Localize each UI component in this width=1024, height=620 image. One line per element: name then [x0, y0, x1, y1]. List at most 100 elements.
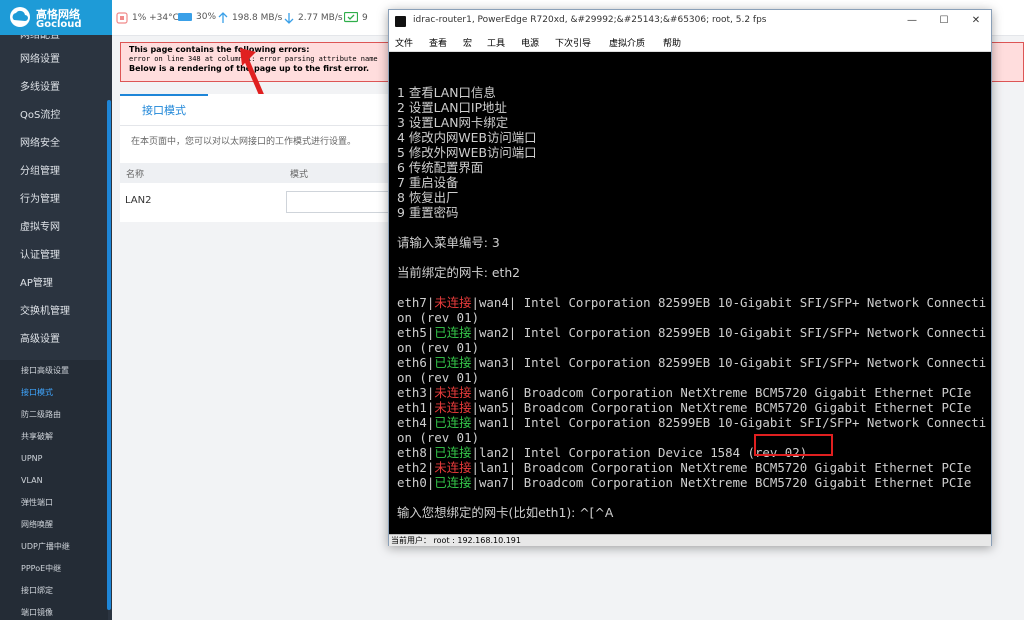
nic-port: lan2 [478, 445, 509, 460]
sidebar-item[interactable]: 交换机管理 [0, 298, 108, 326]
sidebar-item[interactable]: 分组管理 [0, 158, 108, 186]
menu-option-text: 9 重置密码 [397, 205, 459, 220]
download-value: 2.77 MB/s [298, 13, 343, 23]
window-title: idrac-router1, PowerEdge R720xd, &#29992… [413, 15, 767, 25]
sidebar-item[interactable]: 高级设置 [0, 326, 108, 354]
close-button[interactable]: ✕ [961, 13, 991, 29]
window-titlebar[interactable]: idrac-router1, PowerEdge R720xd, &#29992… [389, 10, 991, 33]
sidebar-scrollbar[interactable] [107, 100, 111, 610]
nic-description-cont: on (rev 01) [397, 310, 480, 325]
maximize-button[interactable]: ☐ [929, 13, 959, 29]
sidebar-subitem[interactable]: VLAN [0, 470, 108, 492]
sidebar-item[interactable]: QoS流控 [0, 102, 108, 130]
mode-select[interactable] [286, 191, 400, 213]
window-menu-item[interactable]: 工具 [487, 36, 505, 49]
terminal-current-nic: 当前绑定的网卡: eth2 [397, 266, 520, 280]
nic-row: eth5|已连接|wan2| Intel Corporation 82599EB… [397, 325, 987, 340]
download-arrow-icon [284, 13, 294, 24]
sidebar-item[interactable]: 虚拟专网 [0, 214, 108, 242]
sidebar-item[interactable]: 多线设置 [0, 74, 108, 102]
interface-mode-panel: 接口模式 在本页面中，您可以对以太网接口的工作模式进行设置。 名称 模式 LAN… [120, 94, 400, 222]
menu-option-text: 2 设置LAN口IP地址 [397, 100, 507, 115]
nic-description-cont: on (rev 01) [397, 430, 480, 445]
sidebar-menu: 网络设置 多线设置 QoS流控 网络安全 分组管理 行为管理 虚拟专网 认证管理 AP管理 交换机… [0, 46, 108, 354]
nic-port: wan7 [478, 475, 509, 490]
sidebar-item[interactable]: 网络安全 [0, 130, 108, 158]
logo: 高恪网络 Gocloud [0, 0, 112, 35]
sidebar-item[interactable]: 认证管理 [0, 242, 108, 270]
cpu-stat: 1% +34°C [116, 12, 179, 24]
sidebar-item[interactable]: AP管理 [0, 270, 108, 298]
minimize-button[interactable]: — [897, 13, 927, 29]
nic-description: Broadcom Corporation NetXtreme BCM5720 G… [523, 400, 972, 415]
nic-port: wan4 [478, 295, 509, 310]
nic-description: Intel Corporation 82599EB 10-Gigabit SFI… [523, 295, 987, 310]
nic-status: 未连接 [434, 460, 472, 475]
nic-status: 未连接 [434, 385, 472, 400]
tab-divider [120, 125, 400, 126]
nic-row-continuation: on (rev 01) [397, 341, 479, 355]
terminal-menu-option: 8 恢复出厂 [397, 191, 458, 205]
menu-prompt-text: 请输入菜单编号: 3 [397, 235, 500, 250]
sidebar-subitem[interactable]: 接口绑定 [0, 580, 108, 602]
nic-status: 已连接 [434, 415, 472, 430]
sidebar-subitem[interactable]: UPNP [0, 448, 108, 470]
nic-row: eth2|未连接|lan1| Broadcom Corporation NetX… [397, 460, 972, 475]
sidebar-subitem[interactable]: 接口模式 [0, 382, 108, 404]
ram-icon [178, 13, 192, 21]
terminal-input-prompt: 输入您想绑定的网卡(比如eth1): ^[^A [397, 506, 613, 520]
upload-arrow-icon [218, 12, 228, 23]
window-menu-item[interactable]: 帮助 [663, 36, 681, 49]
menu-option-text: 5 修改外网WEB访问端口 [397, 145, 537, 160]
sidebar-subitem[interactable]: 防二级路由 [0, 404, 108, 426]
sidebar-subitem[interactable]: 接口高级设置 [0, 360, 108, 382]
nic-name: eth4 [397, 415, 427, 430]
nic-status: 未连接 [434, 400, 472, 415]
window-menu-item[interactable]: 电源 [521, 36, 539, 49]
sidebar-subitem[interactable]: 共享破解 [0, 426, 108, 448]
nic-description: Intel Corporation 82599EB 10-Gigabit SFI… [523, 325, 987, 340]
online-stat: 9 [344, 12, 368, 24]
nic-description-cont: on (rev 01) [397, 370, 480, 385]
nic-description: Intel Corporation 82599EB 10-Gigabit SFI… [523, 415, 987, 430]
nic-port: wan2 [478, 325, 509, 340]
download-stat: 2.77 MB/s [284, 12, 343, 24]
nic-name: eth5 [397, 325, 427, 340]
sidebar-item[interactable]: 行为管理 [0, 186, 108, 214]
nic-port: wan1 [478, 415, 509, 430]
terminal-screen[interactable]: 1 查看LAN口信息 2 设置LAN口IP地址 3 设置LAN网卡绑定 4 修改内网W… [389, 52, 991, 534]
nic-name: eth8 [397, 445, 427, 460]
window-menu-item[interactable]: 查看 [429, 36, 447, 49]
terminal-prompt-menu: 请输入菜单编号: 3 [397, 236, 500, 250]
page-description: 在本页面中，您可以对以太网接口的工作模式进行设置。 [131, 137, 357, 147]
sidebar-subitem[interactable]: PPPoE中继 [0, 558, 108, 580]
sidebar: 网络配置 高恪网络 Gocloud 网络设置 多线设置 QoS流控 网络安全 分组管理行… [0, 0, 112, 620]
nic-status: 未连接 [434, 295, 472, 310]
sidebar-subitem[interactable]: 弹性端口 [0, 492, 108, 514]
app-icon [395, 16, 406, 27]
sidebar-item[interactable]: 网络设置 [0, 46, 108, 74]
nic-row: eth1|未连接|wan5| Broadcom Corporation NetX… [397, 400, 972, 415]
upload-value: 198.8 MB/s [232, 13, 283, 23]
cpu-icon [116, 12, 128, 24]
current-user: 当前用户： root : 192.168.10.191 [391, 536, 521, 545]
menu-option-text: 1 查看LAN口信息 [397, 85, 496, 100]
nic-description: Broadcom Corporation NetXtreme BCM5720 G… [523, 460, 972, 475]
sidebar-subitem[interactable]: UDP广播中继 [0, 536, 108, 558]
nic-description: Intel Corporation 82599EB 10-Gigabit SFI… [523, 355, 987, 370]
window-menu-item[interactable]: 下次引导 [555, 36, 591, 49]
window-menu-item[interactable]: 虚拟介质 [609, 36, 645, 49]
window-menu-item[interactable]: 文件 [395, 36, 413, 49]
nic-description: Broadcom Corporation NetXtreme BCM5720 G… [523, 385, 972, 400]
tab-interface-mode[interactable]: 接口模式 [120, 94, 208, 125]
nic-port: wan5 [478, 400, 509, 415]
sidebar-subitem[interactable]: 端口镜像 [0, 602, 108, 620]
terminal-menu-option: 2 设置LAN口IP地址 [397, 101, 507, 115]
window-menu-item[interactable]: 宏 [463, 36, 472, 49]
terminal-menu-option: 3 设置LAN网卡绑定 [397, 116, 508, 130]
sidebar-subitem[interactable]: 网络唤醒 [0, 514, 108, 536]
nic-port: wan6 [478, 385, 509, 400]
idrac-console-window: idrac-router1, PowerEdge R720xd, &#29992… [388, 9, 992, 546]
nic-row-continuation: on (rev 01) [397, 431, 479, 445]
nic-row-continuation: on (rev 01) [397, 311, 479, 325]
